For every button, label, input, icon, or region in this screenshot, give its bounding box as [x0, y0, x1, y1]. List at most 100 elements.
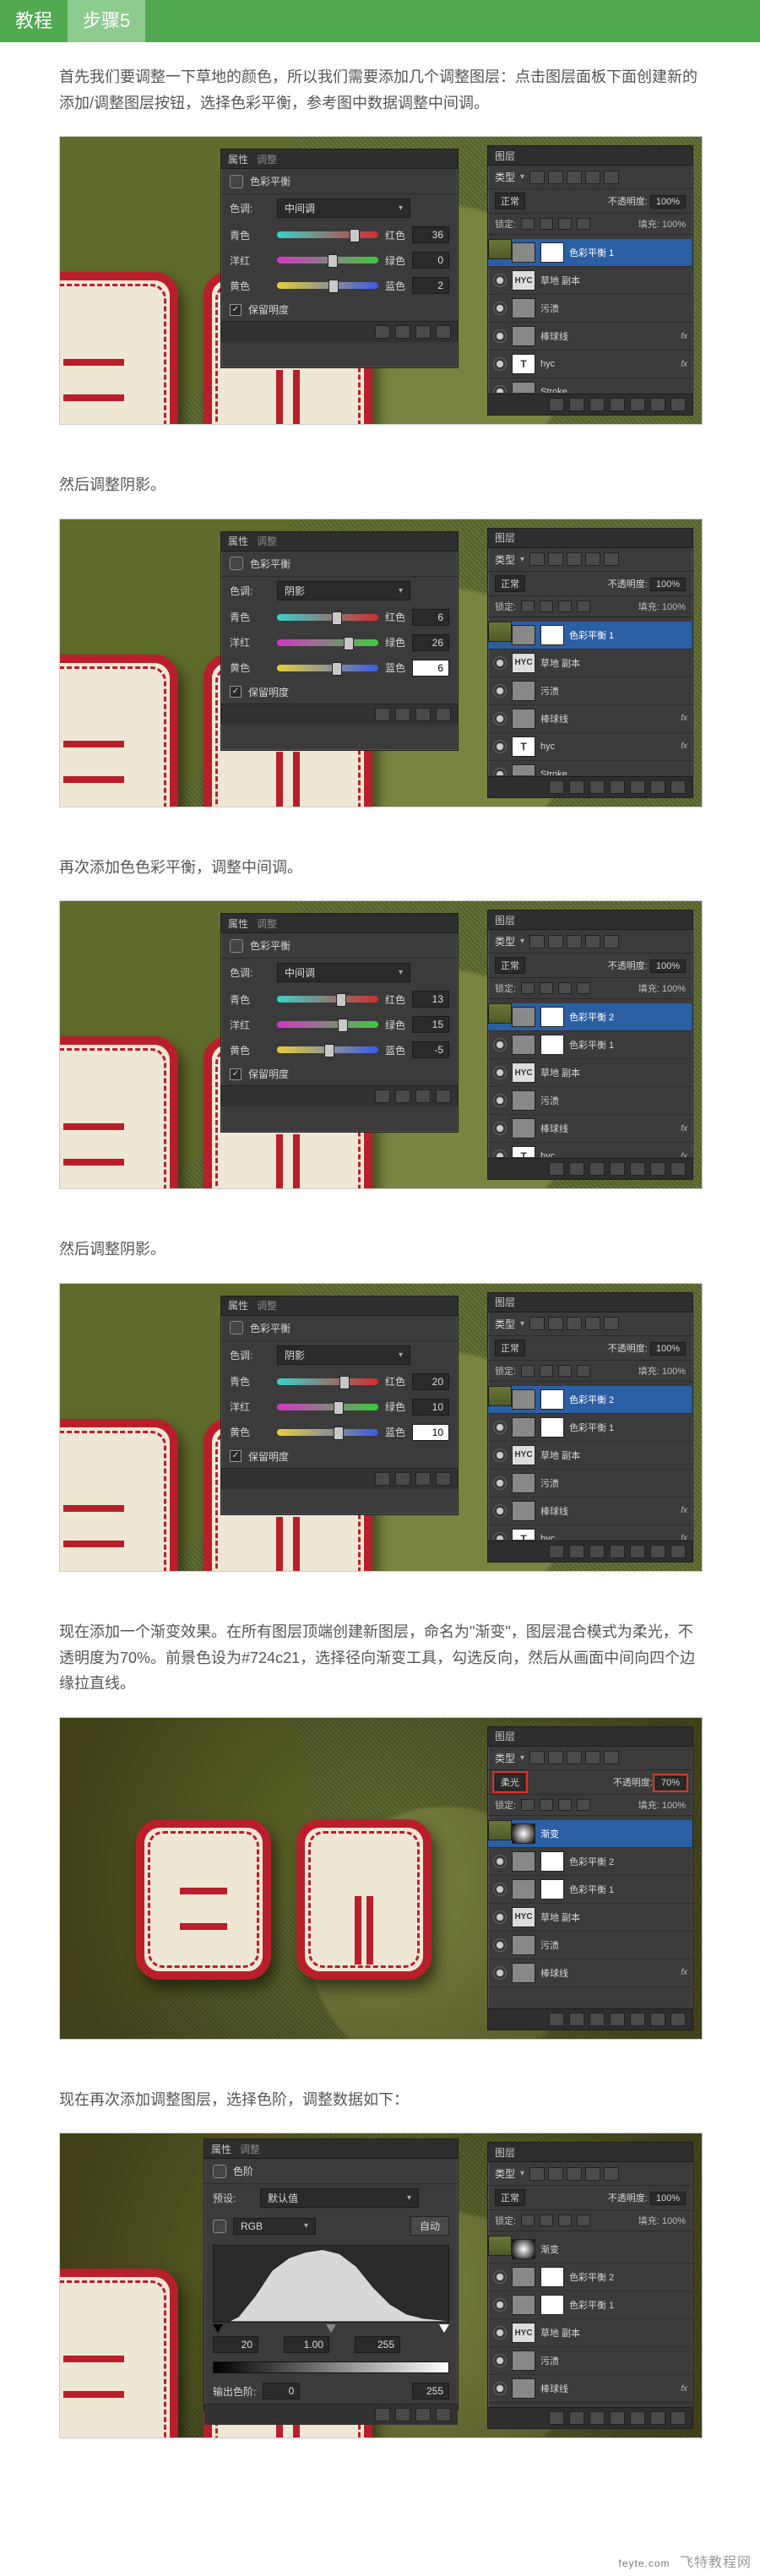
filter-icon[interactable] — [604, 1751, 619, 1764]
visibility-eye-icon[interactable] — [493, 2298, 507, 2312]
layers-tab[interactable]: 图层 — [495, 2145, 515, 2160]
tone-dropdown[interactable]: 中间调▾ — [277, 198, 410, 218]
layer-grass-copy[interactable]: HYC草地 副本 — [488, 649, 692, 677]
bottom-icon[interactable] — [589, 1545, 605, 1558]
layer-cb1[interactable]: 色彩平衡 1 — [488, 1031, 692, 1059]
bottom-icon[interactable] — [589, 2411, 605, 2425]
bottom-icon[interactable] — [670, 2013, 686, 2026]
green-value[interactable]: 10 — [412, 1399, 449, 1416]
adjust-tab[interactable]: 调整 — [240, 2142, 260, 2156]
fx-badge[interactable]: fx — [681, 1124, 687, 1133]
layer-grass-copy[interactable]: HYC草地 副本 — [488, 1059, 692, 1087]
lock-icon[interactable] — [521, 982, 535, 994]
chevron-down-icon[interactable]: ▾ — [520, 172, 524, 182]
output-gradient[interactable] — [213, 2361, 449, 2373]
channel-dropdown[interactable]: RGB▾ — [233, 2218, 316, 2235]
gamma-slider[interactable] — [326, 2324, 336, 2333]
blend-mode-select[interactable]: 正常 — [495, 193, 525, 209]
visibility-eye-icon[interactable] — [493, 1122, 507, 1135]
filter-icon[interactable] — [548, 2167, 563, 2181]
fill-value[interactable]: 100% — [662, 1367, 686, 1377]
lock-icon[interactable] — [577, 1799, 590, 1811]
preserve-luminosity-checkbox[interactable] — [230, 1068, 242, 1080]
preset-dropdown[interactable]: 默认值▾ — [260, 2188, 419, 2208]
properties-tab[interactable]: 属性 — [228, 534, 248, 548]
bottom-icon[interactable] — [630, 1162, 645, 1176]
bottom-icon[interactable] — [650, 780, 665, 794]
reset-icon[interactable] — [415, 2408, 431, 2421]
lock-icon[interactable] — [577, 2215, 590, 2226]
fx-badge[interactable]: fx — [681, 714, 687, 723]
layer-stain[interactable]: 污渍 — [488, 677, 692, 705]
filter-icon[interactable] — [604, 552, 619, 566]
filter-icon[interactable] — [567, 552, 582, 566]
layer-hyc[interactable]: Thycfx — [488, 1525, 692, 1540]
filter-smart-icon[interactable] — [604, 171, 619, 184]
filter-icon[interactable] — [529, 2167, 545, 2181]
reset-icon[interactable] — [415, 1090, 431, 1103]
fill-value[interactable]: 100% — [662, 984, 686, 994]
layer-hyc[interactable]: T hyc fx — [488, 351, 692, 378]
tone-dropdown[interactable]: 阴影▾ — [277, 581, 410, 601]
bottom-icon[interactable] — [610, 2411, 625, 2425]
properties-tab[interactable]: 属性 — [228, 916, 248, 931]
eye-icon[interactable] — [395, 2408, 410, 2421]
eye-icon[interactable] — [395, 1090, 410, 1103]
blend-mode-select[interactable]: 正常 — [495, 957, 525, 974]
filter-icon[interactable] — [548, 1751, 563, 1764]
bottom-icon[interactable] — [549, 2411, 564, 2425]
opacity-value[interactable]: 100% — [650, 578, 686, 591]
bottom-icon[interactable] — [650, 2411, 665, 2425]
magenta-green-slider[interactable] — [277, 1404, 378, 1410]
magenta-green-slider[interactable] — [277, 257, 378, 264]
clip-icon[interactable] — [375, 2408, 390, 2421]
preserve-luminosity-checkbox[interactable] — [230, 1450, 242, 1462]
eye-icon[interactable] — [395, 708, 410, 721]
layer-hyc[interactable]: Thycfx — [488, 1143, 692, 1157]
bottom-icon[interactable] — [670, 780, 686, 794]
fill-value[interactable]: 100% — [662, 1801, 686, 1811]
fx-badge[interactable]: fx — [681, 360, 687, 369]
filter-icon[interactable] — [604, 1317, 619, 1330]
visibility-eye-icon[interactable] — [493, 1421, 507, 1434]
input-gamma-value[interactable]: 1.00 — [284, 2336, 329, 2353]
bottom-icon[interactable] — [569, 780, 584, 794]
opacity-value[interactable]: 70% — [655, 1776, 686, 1790]
filter-icon[interactable] — [585, 552, 600, 566]
visibility-eye-icon[interactable] — [493, 1448, 507, 1462]
filter-icon[interactable] — [567, 1751, 582, 1764]
visibility-eye-icon[interactable] — [493, 1938, 507, 1952]
bottom-icon[interactable] — [549, 1545, 564, 1558]
filter-icon[interactable] — [548, 1317, 563, 1330]
layer-cb1[interactable]: 色彩平衡 1 — [488, 239, 692, 267]
trash-icon[interactable] — [436, 1472, 451, 1486]
bottom-icon[interactable] — [549, 2013, 564, 2026]
blend-mode-select[interactable]: 正常 — [495, 2189, 525, 2206]
visibility-eye-icon[interactable] — [493, 712, 507, 726]
lock-icon[interactable] — [577, 1365, 590, 1377]
visibility-eye-icon[interactable] — [493, 1149, 507, 1157]
filter-icon[interactable] — [548, 935, 563, 948]
input-white-value[interactable]: 255 — [355, 2336, 400, 2353]
preserve-luminosity-checkbox[interactable] — [230, 686, 242, 698]
filter-icon[interactable] — [604, 2167, 619, 2181]
yellow-blue-slider[interactable] — [277, 665, 378, 671]
visibility-eye-icon[interactable] — [493, 740, 507, 753]
layer-stroke[interactable]: Stroke — [488, 378, 692, 393]
opacity-value[interactable]: 100% — [650, 1342, 686, 1356]
yellow-blue-slider[interactable] — [277, 1429, 378, 1436]
layers-tab[interactable]: 图层 — [495, 1729, 515, 1743]
chevron-down-icon[interactable]: ▾ — [520, 555, 524, 564]
fx-badge[interactable]: fx — [681, 742, 687, 751]
bottom-icon[interactable] — [589, 2013, 605, 2026]
bottom-icon[interactable] — [670, 2411, 686, 2425]
bottom-icon[interactable] — [610, 1545, 625, 1558]
visibility-eye-icon[interactable] — [493, 385, 507, 393]
fill-value[interactable]: 100% — [662, 220, 686, 230]
filter-icon[interactable] — [529, 935, 545, 948]
bottom-icon[interactable] — [630, 2411, 645, 2425]
red-value[interactable]: 36 — [412, 226, 449, 243]
blue-value[interactable]: -5 — [412, 1041, 449, 1058]
cyan-red-slider[interactable] — [277, 231, 378, 238]
blend-mode-select[interactable]: 正常 — [495, 1340, 525, 1356]
